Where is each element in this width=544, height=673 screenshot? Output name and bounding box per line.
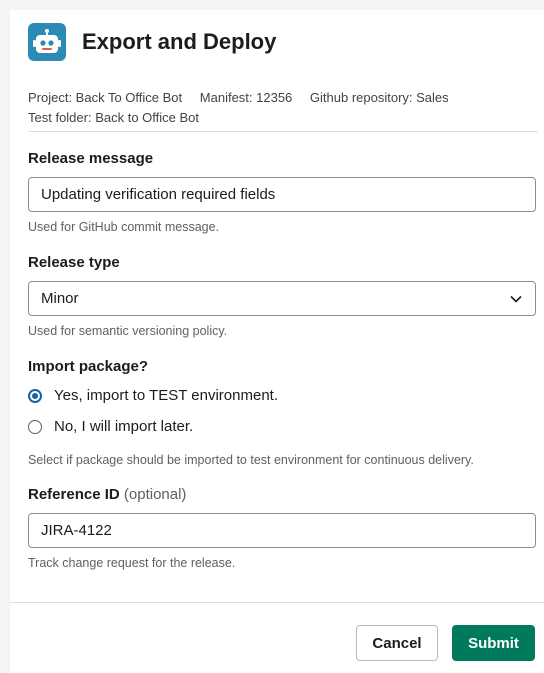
radio-unchecked-icon[interactable] [28,419,42,434]
divider [28,131,538,132]
radio-option-yes[interactable]: Yes, import to TEST environment. [28,387,278,404]
radio-checked-icon[interactable] [28,388,42,403]
reference-id-hint: Track change request for the release. [28,556,236,570]
footer-divider [10,602,544,603]
cancel-button[interactable]: Cancel [356,625,438,661]
meta-manifest: Manifest: 12356 [199,90,293,105]
release-message-input[interactable]: Updating verification required fields [28,177,536,212]
reference-id-input[interactable]: JIRA-4122 [28,513,536,548]
release-message-label: Release message [28,150,154,167]
import-package-label: Import package? [28,358,149,375]
reference-id-value: JIRA-4122 [41,522,112,539]
meta-project: Project: Back To Office Bot [28,90,183,105]
meta-test-folder: Test folder: Back to Office Bot [28,110,200,125]
reference-id-label: Reference ID (optional) [28,486,186,503]
modal-title: Export and Deploy [82,29,277,54]
chevron-down-icon [510,295,522,303]
meta-repository: Github repository: Sales [309,90,449,105]
reference-id-label-text: Reference ID [28,486,120,503]
radio-option-no[interactable]: No, I will import later. [28,418,193,435]
release-message-hint: Used for GitHub commit message. [28,220,220,234]
import-package-hint: Select if package should be imported to … [28,453,474,467]
release-type-value: Minor [41,290,79,307]
release-type-select[interactable]: Minor [28,281,536,316]
release-message-value: Updating verification required fields [41,186,276,203]
release-type-hint: Used for semantic versioning policy. [28,324,228,338]
project-meta: Project: Back To Office Bot Manifest: 12… [28,88,528,128]
radio-option-no-label: No, I will import later. [54,418,194,435]
radio-option-yes-label: Yes, import to TEST environment. [54,387,278,404]
reference-id-optional: (optional) [123,486,187,503]
release-type-label: Release type [28,254,120,271]
submit-button[interactable]: Submit [452,625,535,661]
robot-icon [28,23,66,61]
modal-header: Export and Deploy [28,22,276,62]
export-deploy-modal: Export and Deploy Project: Back To Offic… [10,10,544,673]
